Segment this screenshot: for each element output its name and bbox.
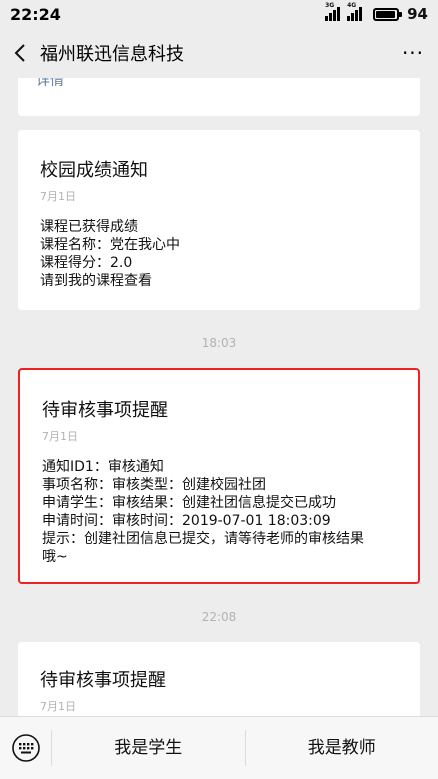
card-line: 哦~ — [42, 549, 68, 565]
status-bar: 22:24 3G 4G 94 — [0, 0, 438, 28]
card-line: 通知ID1：审核通知 — [42, 459, 164, 475]
battery-level: 94 — [407, 5, 428, 23]
card-date: 7月1日 — [42, 430, 78, 443]
message-timestamp: 18:03 — [201, 336, 237, 350]
page-title: 福州联迅信息科技 — [40, 44, 184, 65]
card-title: 待审核事项提醒 — [40, 670, 166, 691]
menu-item-teacher[interactable]: 我是教师 — [246, 730, 438, 766]
keyboard-icon — [11, 734, 40, 762]
chevron-left-icon — [14, 44, 25, 62]
bottom-menu-bar: 我是学生 我是教师 — [0, 716, 438, 779]
card-line: 申请学生：审核结果：创建社团信息提交已成功 — [42, 495, 336, 511]
card-line: 申请时间：审核时间：2019-07-01 18:03:09 — [42, 513, 331, 529]
status-time: 22:24 — [10, 4, 61, 24]
card-line: 提示：创建社团信息已提交，请等待老师的审核结果 — [42, 531, 364, 547]
message-timestamp: 22:08 — [201, 610, 237, 624]
nav-bar: 福州联迅信息科技 ··· — [0, 28, 438, 78]
card-line: 事项名称：审核类型：创建校园社团 — [42, 477, 266, 493]
card-date: 7月1日 — [40, 700, 76, 713]
card-title: 校园成绩通知 — [40, 160, 148, 181]
message-card[interactable]: 待审核事项提醒 7月1日 — [18, 642, 420, 716]
card-body: 课程已获得成绩 课程名称：党在我心中 课程得分：2.0 请到我的课程查看 — [40, 218, 398, 290]
card-line: 课程得分：2.0 — [40, 255, 133, 271]
message-card[interactable]: 待审核事项提醒 7月1日 通知ID1：审核通知 事项名称：审核类型：创建校园社团… — [18, 368, 420, 584]
card-line: 请到我的课程查看 — [40, 273, 152, 289]
card-line: 课程名称：党在我心中 — [40, 237, 180, 253]
back-button[interactable] — [0, 28, 40, 78]
signal-icon: 4G — [347, 2, 363, 21]
chat-area[interactable]: 详情 校园成绩通知 7月1日 课程已获得成绩 课程名称：党在我心中 课程得分：2… — [0, 78, 438, 716]
card-date: 7月1日 — [40, 190, 76, 203]
more-button[interactable]: ··· — [388, 28, 438, 78]
message-card[interactable]: 校园成绩通知 7月1日 课程已获得成绩 课程名称：党在我心中 课程得分：2.0 … — [18, 130, 420, 310]
card-body: 通知ID1：审核通知 事项名称：审核类型：创建校园社团 申请学生：审核结果：创建… — [42, 458, 396, 566]
details-link[interactable]: 详情 — [36, 78, 64, 90]
message-card[interactable]: 详情 — [18, 78, 420, 116]
keyboard-toggle-button[interactable] — [0, 730, 52, 766]
card-line: 课程已获得成绩 — [40, 219, 138, 235]
menu-item-student[interactable]: 我是学生 — [52, 730, 245, 766]
signal-icon: 3G — [325, 2, 341, 21]
card-title: 待审核事项提醒 — [42, 400, 168, 421]
battery-icon — [373, 7, 403, 21]
status-icons: 3G 4G 94 — [325, 2, 428, 23]
